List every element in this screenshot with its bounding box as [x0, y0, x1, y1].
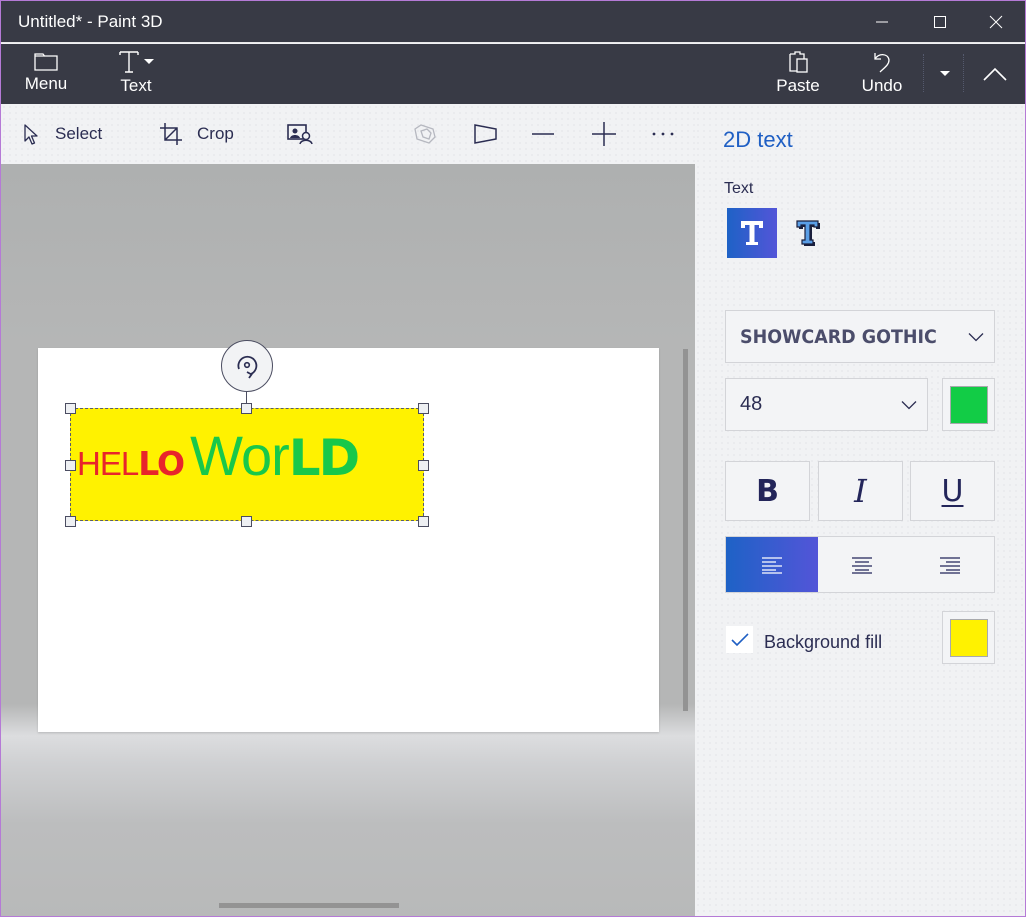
text-run-hel: HEL: [77, 445, 139, 482]
zoom-out-button[interactable]: [531, 104, 555, 164]
select-button[interactable]: Select: [23, 104, 102, 164]
background-fill-label: Background fill: [764, 632, 883, 652]
window-title: Untitled* - Paint 3D: [18, 12, 163, 31]
ribbon-divider: [963, 54, 964, 92]
canvas[interactable]: HEL LO Wor LD: [38, 340, 659, 732]
text-tool-button[interactable]: Text: [109, 44, 163, 104]
resize-handle-top-left[interactable]: [65, 403, 76, 414]
rotate-handle[interactable]: [221, 340, 273, 392]
2d-text-type-button[interactable]: [727, 208, 777, 258]
resize-handle-right[interactable]: [418, 460, 429, 471]
chevron-down-icon: [968, 332, 984, 341]
crop-icon: [160, 123, 182, 145]
font-size-value: 48: [740, 393, 763, 415]
resize-handle-bottom-left[interactable]: [65, 516, 76, 527]
ribbon: Menu Text Paste Undo: [1, 44, 1025, 104]
resize-handle-bottom[interactable]: [241, 516, 252, 527]
crop-button[interactable]: Crop: [159, 104, 234, 164]
horizontal-scrollbar[interactable]: [219, 903, 399, 908]
canvas-workspace[interactable]: HEL LO Wor LD: [1, 164, 695, 916]
text-run-wor: Wor: [190, 424, 290, 487]
maximize-button[interactable]: [911, 1, 969, 43]
font-size-dropdown[interactable]: 48: [725, 378, 928, 431]
minimize-icon: [876, 21, 888, 23]
paste-label: Paste: [776, 76, 820, 95]
plus-icon: [592, 122, 616, 146]
perspective-button[interactable]: [473, 104, 499, 164]
text-icon: [119, 51, 139, 73]
caret-down-icon: [940, 71, 950, 76]
more-options-button[interactable]: [651, 104, 675, 164]
text-run-lo: LO: [138, 444, 185, 483]
resize-handle-top-right[interactable]: [418, 403, 429, 414]
background-fill-color-picker[interactable]: [942, 611, 995, 664]
font-family-dropdown[interactable]: Showcard Gothic: [725, 310, 995, 363]
bold-button[interactable]: B: [725, 461, 810, 521]
font-family-value: Showcard Gothic: [740, 325, 937, 348]
text-run-ld: LD: [288, 429, 360, 487]
zoom-in-button[interactable]: [591, 104, 617, 164]
ribbon-divider: [923, 54, 924, 92]
toolbar: Select Crop: [1, 104, 695, 164]
text-2d-icon: [741, 221, 763, 245]
3d-text-type-button[interactable]: [783, 208, 833, 258]
undo-icon: [874, 53, 890, 73]
3d-view-button[interactable]: [413, 104, 437, 164]
text-tool-label: Text: [120, 76, 152, 95]
text-color-picker[interactable]: [942, 378, 995, 431]
text-3d-icon: [796, 220, 820, 246]
resize-handle-top[interactable]: [241, 403, 252, 414]
minus-icon: [532, 133, 554, 135]
align-right-icon: [940, 556, 960, 574]
vertical-scrollbar[interactable]: [683, 349, 688, 711]
title-bar: Untitled* - Paint 3D: [1, 1, 1025, 43]
text-box[interactable]: HEL LO Wor LD: [70, 408, 424, 521]
align-left-button[interactable]: [726, 537, 818, 592]
text-properties-panel: 2D text Text Showcard Gothic 48 B I U: [695, 104, 1025, 916]
text-color-swatch: [949, 385, 988, 424]
more-history-button[interactable]: [929, 44, 961, 104]
align-left-icon: [762, 556, 782, 574]
paste-button[interactable]: Paste: [769, 44, 827, 104]
resize-handle-left[interactable]: [65, 460, 76, 471]
underline-button[interactable]: U: [910, 461, 995, 521]
text-section-label: Text: [724, 180, 754, 197]
caret-down-icon: [144, 59, 154, 64]
menu-button[interactable]: Menu: [19, 44, 73, 104]
menu-label: Menu: [24, 74, 68, 93]
align-right-button[interactable]: [906, 537, 994, 592]
undo-button[interactable]: Undo: [853, 44, 911, 104]
canvas-text[interactable]: HEL LO Wor LD: [77, 423, 360, 488]
crop-label: Crop: [197, 124, 234, 143]
3d-view-icon: [414, 124, 436, 144]
magic-select-button[interactable]: [287, 104, 313, 164]
align-center-button[interactable]: [818, 537, 906, 592]
collapse-ribbon-button[interactable]: [971, 44, 1019, 104]
more-dots-icon: [652, 132, 674, 136]
perspective-icon: [474, 124, 497, 144]
paste-icon: [789, 51, 808, 73]
paint3d-window: Untitled* - Paint 3D Menu Text Paste Und…: [0, 0, 1026, 917]
rotate-icon: [237, 355, 258, 379]
cursor-arrow-icon: [24, 124, 38, 145]
maximize-icon: [934, 16, 946, 28]
folder-icon: [34, 53, 58, 71]
minimize-button[interactable]: [853, 1, 911, 43]
resize-handle-bottom-right[interactable]: [418, 516, 429, 527]
close-icon: [989, 15, 1003, 29]
close-button[interactable]: [967, 1, 1025, 43]
undo-label: Undo: [861, 76, 903, 95]
chevron-up-icon: [983, 67, 1007, 81]
panel-title: 2D text: [723, 127, 793, 152]
background-fill-checkbox[interactable]: [726, 626, 753, 653]
italic-button[interactable]: I: [818, 461, 903, 521]
alignment-group: [725, 536, 995, 593]
checkmark-icon: [730, 632, 749, 646]
background-fill-swatch: [949, 618, 988, 657]
magic-select-icon: [287, 124, 313, 145]
select-label: Select: [55, 124, 103, 143]
align-center-icon: [852, 556, 872, 574]
chevron-down-icon: [901, 400, 917, 409]
